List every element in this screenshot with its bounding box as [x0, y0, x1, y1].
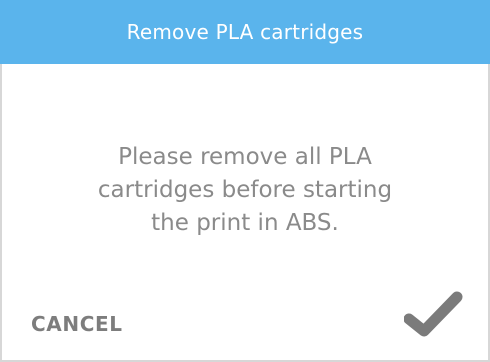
dialog-message: Please remove all PLA cartridges before …	[2, 141, 488, 240]
cancel-button[interactable]: CANCEL	[31, 312, 123, 336]
dialog-header: Remove PLA cartridges	[0, 0, 490, 64]
message-line-1: Please remove all PLA	[118, 144, 372, 170]
remove-cartridges-dialog: Remove PLA cartridges Please remove all …	[0, 0, 490, 362]
confirm-button[interactable]	[404, 289, 464, 339]
message-line-2: cartridges before starting	[97, 177, 393, 203]
checkmark-icon	[404, 291, 463, 337]
dialog-title: Remove PLA cartridges	[126, 20, 364, 44]
message-line-3: the print in ABS.	[151, 210, 339, 236]
